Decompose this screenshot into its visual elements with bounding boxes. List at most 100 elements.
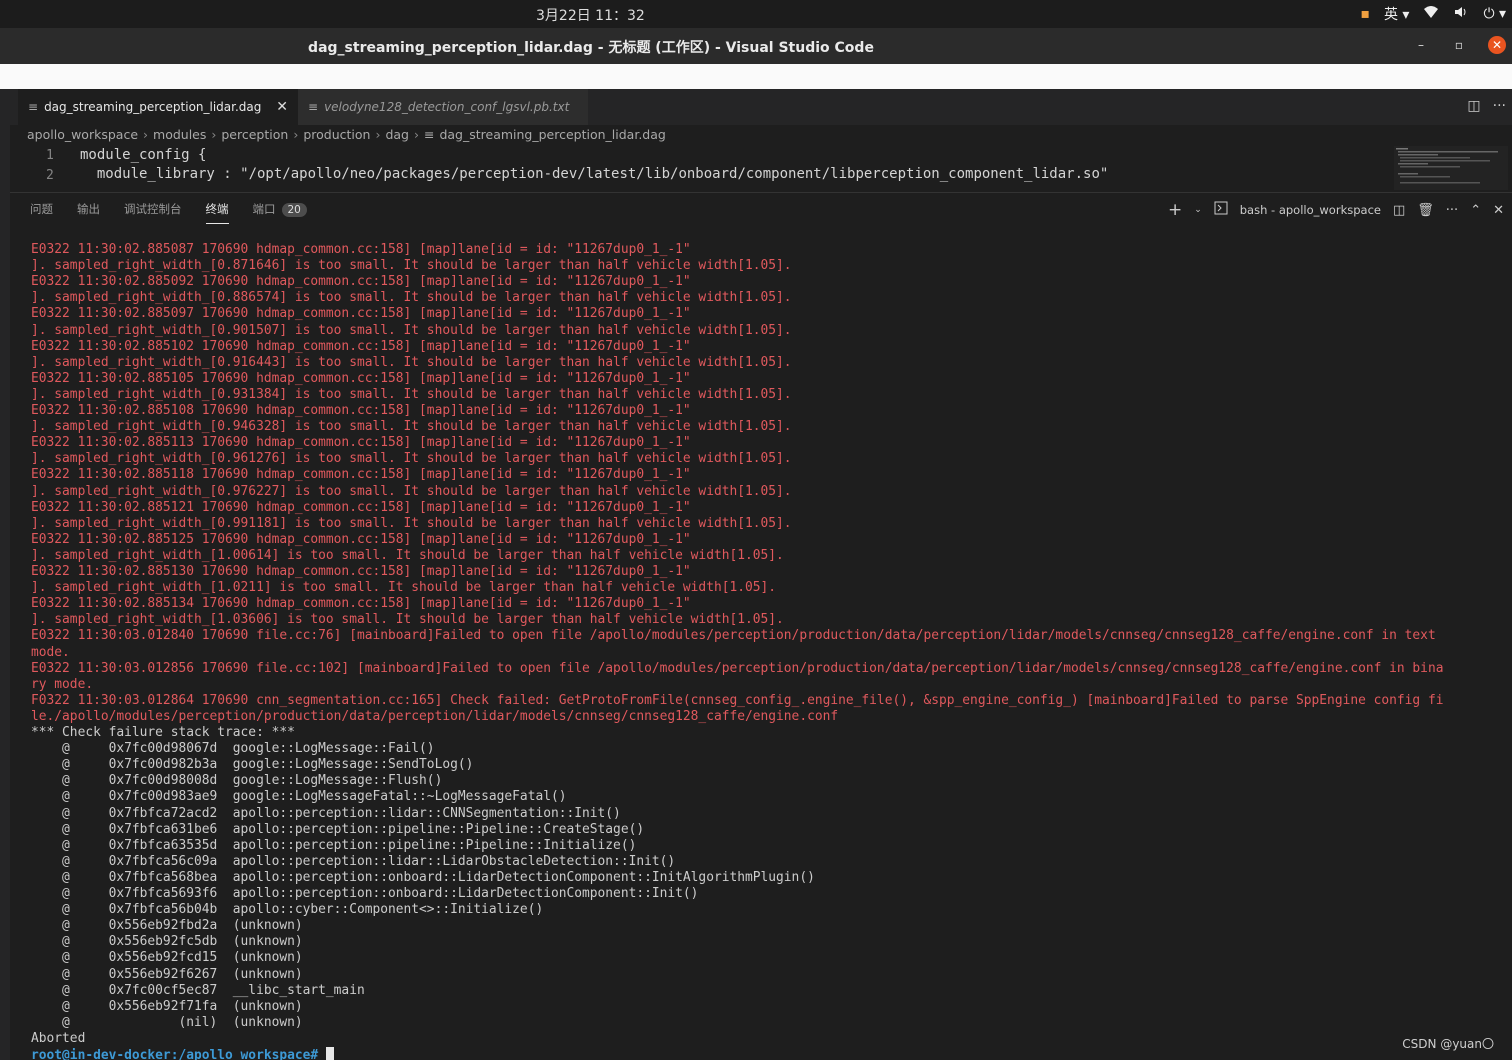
- breadcrumb-item[interactable]: apollo_workspace: [27, 127, 138, 142]
- terminal-line: E0322 11:30:02.885097 170690 hdmap_commo…: [31, 306, 691, 322]
- tab-problems[interactable]: 问题: [30, 201, 53, 224]
- code-line[interactable]: module_config {: [80, 147, 206, 163]
- tab-label: dag_streaming_perception_lidar.dag: [44, 100, 262, 114]
- terminal-line: E0322 11:30:02.885087 170690 hdmap_commo…: [31, 242, 691, 257]
- close-icon[interactable]: ✕: [276, 99, 288, 115]
- breadcrumb: apollo_workspace › modules › perception › p…: [27, 127, 666, 142]
- terminal-line: E0322 11:30:02.885113 170690 hdmap_commo…: [31, 435, 691, 451]
- terminal-instance-name[interactable]: bash - apollo_workspace: [1240, 203, 1381, 217]
- shell-prompt: root@in-dev-docker:/apollo_workspace#: [31, 1048, 319, 1060]
- window-controls: – ▫ ✕: [1412, 36, 1506, 54]
- more-actions-icon[interactable]: ···: [1446, 203, 1458, 218]
- clock[interactable]: 3月22日 11：32: [536, 5, 645, 25]
- more-actions-icon[interactable]: ···: [1493, 98, 1506, 114]
- chevron-right-icon: ›: [293, 127, 299, 142]
- tab-dag-streaming-perception-lidar[interactable]: ≡ dag_streaming_perception_lidar.dag ✕: [18, 89, 298, 125]
- split-editor-icon[interactable]: ◫: [1467, 98, 1480, 114]
- terminal-line: E0322 11:30:02.885105 170690 hdmap_commo…: [31, 370, 691, 386]
- volume-icon[interactable]: [1453, 5, 1469, 23]
- breadcrumb-item[interactable]: dag_streaming_perception_lidar.dag: [439, 127, 665, 142]
- terminal-line: @ 0x7fc00d98008d google::LogMessage::Flu…: [31, 773, 443, 789]
- terminal-line: @ 0x7fc00d983ae9 google::LogMessageFatal…: [31, 789, 567, 805]
- tab-debug-console[interactable]: 调试控制台: [124, 201, 182, 224]
- terminal-line: le./apollo/modules/perception/production…: [31, 708, 839, 724]
- ports-count-badge: 20: [281, 203, 307, 217]
- chevron-right-icon: ›: [143, 127, 149, 142]
- tab-ports[interactable]: 端口 20: [253, 201, 307, 224]
- breadcrumb-item[interactable]: modules: [153, 127, 206, 142]
- wifi-icon[interactable]: [1423, 5, 1439, 23]
- terminal-output[interactable]: E0322 11:30:02.885087 170690 hdmap_commo…: [10, 242, 1502, 1060]
- line-number: 1: [46, 148, 54, 163]
- terminal-line: @ 0x7fbfca56c09a apollo::perception::lid…: [31, 853, 676, 869]
- split-terminal-icon[interactable]: ◫: [1393, 203, 1405, 218]
- tab-output[interactable]: 输出: [77, 201, 100, 224]
- file-lines-icon: ≡: [28, 100, 39, 114]
- system-tray: ▪ 英 ▾ ⏻ ▾: [1360, 4, 1506, 24]
- file-lines-icon: ≡: [423, 127, 435, 142]
- editor-tab-bar: ≡ dag_streaming_perception_lidar.dag ✕ ≡…: [10, 89, 1512, 125]
- terminal-line: @ 0x7fbfca72acd2 apollo::perception::lid…: [31, 805, 621, 821]
- terminal-line: ]. sampled_right_width_[0.901507] is too…: [31, 322, 792, 338]
- terminal-line: @ 0x7fc00cf5ec87 __libc_start_main: [31, 982, 365, 998]
- power-icon[interactable]: ⏻ ▾: [1483, 6, 1506, 22]
- terminal-line: E0322 11:30:02.885125 170690 hdmap_commo…: [31, 531, 691, 547]
- window-titlebar: dag_streaming_perception_lidar.dag - 无标题…: [0, 28, 1512, 64]
- terminal-line: @ 0x556eb92f71fa (unknown): [31, 998, 303, 1014]
- watermark: CSDN @yuan〇: [1402, 1037, 1494, 1051]
- trash-icon[interactable]: 🗑: [1417, 203, 1434, 218]
- tab-ports-label: 端口: [252, 202, 276, 216]
- terminal-line: ]. sampled_right_width_[0.871646] is too…: [31, 258, 792, 274]
- minimap[interactable]: [1394, 146, 1508, 190]
- terminal-line: @ 0x7fbfca631be6 apollo::perception::pip…: [31, 821, 645, 837]
- terminal-line: @ 0x7fbfca56b04b apollo::cyber::Componen…: [31, 902, 544, 918]
- breadcrumb-item[interactable]: dag: [385, 127, 409, 142]
- maximize-panel-icon[interactable]: ⌃: [1470, 203, 1481, 218]
- terminal-line: ]. sampled_right_width_[1.03606] is too …: [31, 612, 784, 628]
- terminal-line: @ 0x556eb92f6267 (unknown): [31, 966, 303, 982]
- new-terminal-icon[interactable]: +: [1168, 200, 1182, 220]
- close-icon[interactable]: ✕: [1493, 203, 1504, 218]
- breadcrumb-item[interactable]: production: [303, 127, 370, 142]
- chevron-right-icon: ›: [375, 127, 381, 142]
- terminal-line: E0322 11:30:02.885121 170690 hdmap_commo…: [31, 499, 691, 515]
- tab-terminal[interactable]: 终端: [205, 201, 229, 224]
- terminal-line: ]. sampled_right_width_[0.961276] is too…: [31, 451, 792, 467]
- input-method-indicator[interactable]: 英 ▾: [1384, 4, 1409, 24]
- terminal-line: @ 0x7fbfca568bea apollo::perception::onb…: [31, 869, 815, 885]
- chevron-down-icon[interactable]: ⌄: [1194, 205, 1202, 215]
- app-indicator-icon[interactable]: ▪: [1360, 6, 1370, 22]
- tab-velodyne128-detection-conf[interactable]: ≡ velodyne128_detection_conf_lgsvl.pb.tx…: [298, 89, 588, 125]
- panel-header: 问题 输出 调试控制台 终端 端口 20 + ⌄ bash - apollo_wo…: [10, 192, 1512, 225]
- terminal-line: E0322 11:30:02.885134 170690 hdmap_commo…: [31, 596, 691, 612]
- chevron-right-icon: ›: [211, 127, 217, 142]
- terminal-line: ]. sampled_right_width_[0.991181] is too…: [31, 515, 792, 531]
- terminal-line: ry mode.: [31, 676, 94, 692]
- maximize-button[interactable]: ▫: [1450, 36, 1468, 54]
- window-title: dag_streaming_perception_lidar.dag - 无标题…: [308, 40, 874, 56]
- code-editor[interactable]: 1 module_config { 2 module_library : "/o…: [10, 146, 1512, 190]
- terminal-line: mode.: [31, 644, 70, 660]
- terminal-line: F0322 11:30:03.012864 170690 cnn_segment…: [31, 692, 1444, 708]
- terminal-line: E0322 11:30:02.885102 170690 hdmap_commo…: [31, 338, 691, 354]
- terminal-line: E0322 11:30:02.885130 170690 hdmap_commo…: [31, 564, 691, 579]
- file-lines-icon: ≡: [308, 100, 319, 114]
- minimize-button[interactable]: –: [1412, 36, 1430, 54]
- terminal-cursor: [325, 1047, 334, 1060]
- close-window-button[interactable]: ✕: [1488, 36, 1506, 54]
- terminal-line: E0322 11:30:03.012856 170690 file.cc:102…: [31, 660, 1444, 676]
- terminal-line: ]. sampled_right_width_[1.00614] is too …: [31, 547, 784, 563]
- chevron-right-icon: ›: [413, 127, 419, 142]
- terminal-line: @ 0x7fc00d982b3a google::LogMessage::Sen…: [31, 757, 474, 773]
- terminal-line: ]. sampled_right_width_[0.976227] is too…: [31, 483, 792, 499]
- terminal-line: @ 0x7fbfca5693f6 apollo::perception::onb…: [31, 886, 699, 901]
- terminal-line: @ 0x556eb92fc5db (unknown): [31, 934, 303, 950]
- panel-actions: + ⌄ bash - apollo_workspace ◫ 🗑 ··· ⌃ ✕: [1168, 200, 1504, 220]
- terminal-line: ]. sampled_right_width_[0.931384] is too…: [31, 386, 792, 402]
- terminal-line: @ 0x7fbfca63535d apollo::perception::pip…: [31, 837, 637, 853]
- terminal-prompt-line[interactable]: root@in-dev-docker:/apollo_workspace#: [31, 1047, 334, 1060]
- code-line[interactable]: module_library : "/opt/apollo/neo/packag…: [80, 166, 1108, 182]
- panel-tabs: 问题 输出 调试控制台 终端 端口 20: [30, 201, 307, 224]
- terminal-line: E0322 11:30:02.885118 170690 hdmap_commo…: [31, 467, 691, 483]
- breadcrumb-item[interactable]: perception: [221, 127, 288, 142]
